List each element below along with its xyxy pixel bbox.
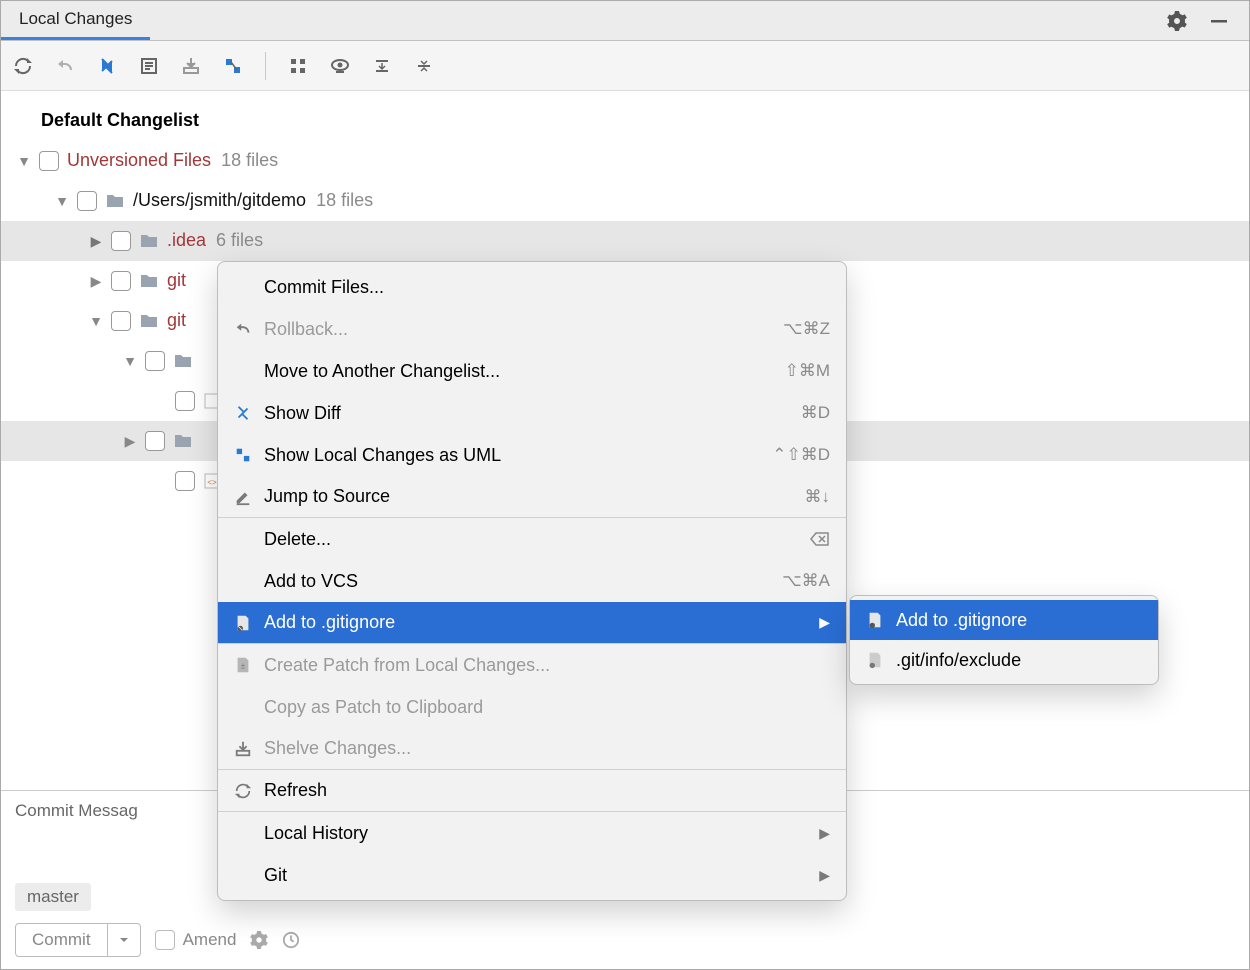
svg-text:±: ± (241, 662, 246, 671)
folder-icon (105, 193, 125, 209)
menu-copy-patch: Copy as Patch to Clipboard (218, 686, 846, 728)
menu-add-to-vcs[interactable]: Add to VCS ⌥⌘A (218, 560, 846, 602)
folder-label: .idea (167, 230, 206, 252)
submenu-arrow-icon: ▶ (819, 867, 830, 884)
checkbox[interactable] (145, 351, 165, 371)
tree-directory[interactable]: ▼ /Users/jsmith/gitdemo 18 files (1, 181, 1249, 221)
checkbox[interactable] (145, 431, 165, 451)
group-icon[interactable] (286, 54, 310, 78)
menu-jump-to-source[interactable]: Jump to Source ⌘↓ (218, 476, 846, 518)
unversioned-label: Unversioned Files (67, 150, 211, 172)
patch-icon: ± (230, 656, 256, 674)
checkbox[interactable] (175, 471, 195, 491)
history-icon[interactable] (282, 931, 300, 949)
preview-icon[interactable] (328, 54, 352, 78)
refresh-icon (230, 782, 256, 800)
refresh-icon[interactable] (11, 54, 35, 78)
menu-commit-files[interactable]: Commit Files... (218, 266, 846, 308)
submenu-arrow-icon: ▶ (819, 614, 830, 631)
folder-label: git (167, 270, 186, 292)
submenu-add-to-gitignore[interactable]: Add to .gitignore (850, 600, 1158, 640)
diff-icon (230, 404, 256, 422)
file-count: 18 files (316, 190, 373, 212)
submenu-arrow-icon: ▶ (819, 825, 830, 842)
file-count: 6 files (216, 230, 263, 252)
checkbox[interactable] (111, 231, 131, 251)
gear-icon[interactable] (1165, 9, 1189, 33)
branch-chip[interactable]: master (15, 883, 91, 911)
commit-button[interactable]: Commit (15, 923, 141, 957)
checkbox[interactable] (39, 151, 59, 171)
svg-text:<>: <> (207, 478, 217, 487)
menu-shelve: Shelve Changes... (218, 728, 846, 770)
commit-dropdown-caret[interactable] (107, 924, 140, 956)
gear-icon[interactable] (250, 931, 268, 949)
amend-label: Amend (183, 930, 237, 950)
checkbox[interactable] (175, 391, 195, 411)
menu-move-changelist[interactable]: Move to Another Changelist... ⇧⌘M (218, 350, 846, 392)
menu-show-uml[interactable]: Show Local Changes as UML ⌃⇧⌘D (218, 434, 846, 476)
menu-local-history[interactable]: Local History ▶ (218, 812, 846, 854)
twisty-right-icon[interactable]: ▶ (87, 273, 105, 290)
twisty-down-icon[interactable]: ▼ (15, 153, 33, 170)
twisty-down-icon[interactable]: ▼ (121, 353, 139, 370)
checkbox[interactable] (77, 191, 97, 211)
folder-icon (173, 353, 193, 369)
amend-checkbox[interactable] (155, 930, 175, 950)
uml-icon (230, 446, 256, 464)
rollback-icon (230, 320, 256, 338)
tree-changelist-root[interactable]: Default Changelist (1, 101, 1249, 141)
rollback-icon[interactable] (53, 54, 77, 78)
ignore-file-icon (230, 614, 256, 632)
twisty-down-icon[interactable]: ▼ (53, 193, 71, 210)
ignore-file-icon (862, 611, 888, 629)
context-menu: Commit Files... Rollback... ⌥⌘Z Move to … (217, 261, 847, 901)
file-count: 18 files (221, 150, 278, 172)
submenu-git-exclude[interactable]: .git/info/exclude (850, 640, 1158, 680)
twisty-right-icon[interactable]: ▶ (87, 233, 105, 250)
menu-rollback: Rollback... ⌥⌘Z (218, 308, 846, 350)
tree-unversioned[interactable]: ▼ Unversioned Files 18 files (1, 141, 1249, 181)
folder-icon (139, 233, 159, 249)
menu-git[interactable]: Git ▶ (218, 854, 846, 896)
ignore-file-icon (862, 651, 888, 669)
menu-delete[interactable]: Delete... (218, 518, 846, 560)
menu-create-patch: ± Create Patch from Local Changes... (218, 644, 846, 686)
dir-label: /Users/jsmith/gitdemo (133, 190, 306, 212)
edit-icon (230, 488, 256, 506)
twisty-down-icon[interactable]: ▼ (87, 313, 105, 330)
shelve-icon (230, 740, 256, 758)
minimize-icon[interactable] (1207, 9, 1231, 33)
tab-local-changes[interactable]: Local Changes (1, 1, 150, 40)
context-submenu: Add to .gitignore .git/info/exclude (849, 595, 1159, 685)
menu-refresh[interactable]: Refresh (218, 770, 846, 812)
shelve-icon[interactable] (179, 54, 203, 78)
checkbox[interactable] (111, 311, 131, 331)
tree-folder-idea[interactable]: ▶ .idea 6 files (1, 221, 1249, 261)
folder-icon (139, 273, 159, 289)
toolbar (1, 41, 1249, 91)
menu-show-diff[interactable]: Show Diff ⌘D (218, 392, 846, 434)
delete-key-icon (810, 531, 830, 547)
collapse-icon[interactable] (412, 54, 436, 78)
folder-icon (173, 433, 193, 449)
checkbox[interactable] (111, 271, 131, 291)
expand-icon[interactable] (370, 54, 394, 78)
folder-label: git (167, 310, 186, 332)
tab-label: Local Changes (19, 9, 132, 29)
tabbar: Local Changes (1, 1, 1249, 41)
menu-add-to-gitignore[interactable]: Add to .gitignore ▶ (218, 602, 846, 644)
diff-icon[interactable] (95, 54, 119, 78)
uml-icon[interactable] (221, 54, 245, 78)
changelist-icon[interactable] (137, 54, 161, 78)
changelist-label: Default Changelist (41, 110, 199, 132)
folder-icon (139, 313, 159, 329)
commit-button-label: Commit (16, 924, 107, 956)
twisty-right-icon[interactable]: ▶ (121, 433, 139, 450)
